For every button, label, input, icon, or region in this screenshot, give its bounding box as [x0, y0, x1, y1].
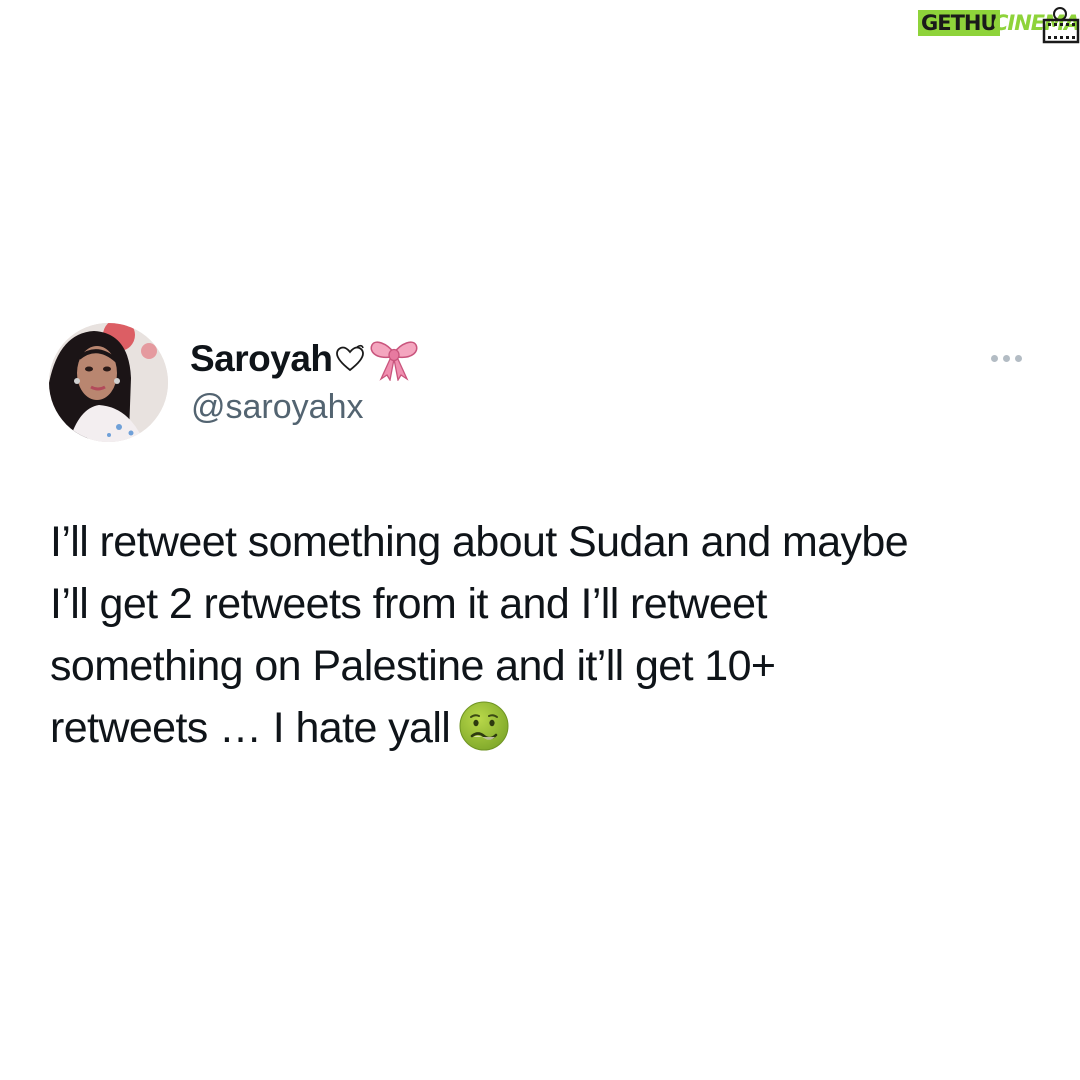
more-options-button[interactable] — [984, 346, 1028, 370]
tweet-text-last-line: retweets … I hate yall — [50, 697, 1040, 759]
tweet-text: I’ll retweet something about Sudan and m… — [50, 511, 1040, 759]
avatar[interactable] — [49, 323, 168, 442]
tweet-text-line: I’ll get 2 retweets from it and I’ll ret… — [50, 580, 767, 628]
ribbon-bow-icon — [370, 341, 417, 381]
nauseated-face-icon — [459, 701, 509, 751]
film-reel-icon — [1042, 7, 1080, 44]
user-handle[interactable]: @saroyahx — [191, 388, 363, 427]
more-options-dot — [1002, 354, 1010, 362]
avatar-photo — [49, 323, 168, 442]
watermark-left-text: GETHU — [918, 10, 1000, 36]
watermark-logo: GETHU CINEMA — [916, 6, 1080, 44]
tweet-text-line: something on Palestine and it’ll get 10+ — [50, 642, 776, 690]
display-name-row[interactable]: Saroyah — [190, 334, 419, 384]
more-options-icon — [990, 354, 998, 362]
tweet-text-line: I’ll retweet something about Sudan and m… — [50, 518, 909, 566]
white-heart-icon — [335, 344, 364, 372]
display-name[interactable]: Saroyah — [190, 338, 333, 380]
more-options-dot — [1014, 354, 1022, 362]
tweet-text-line: retweets … I hate yall — [50, 704, 451, 752]
